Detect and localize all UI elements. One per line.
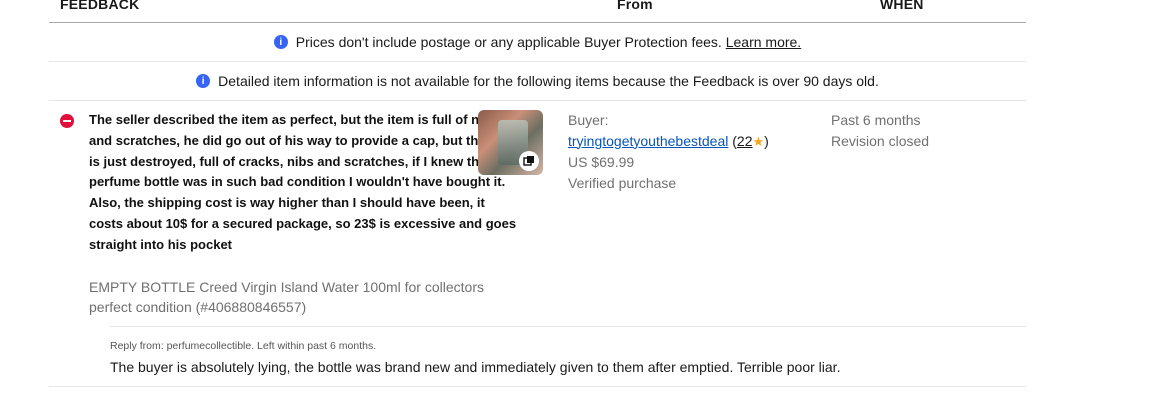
reply-text: The buyer is absolutely lying, the bottl… — [110, 359, 841, 375]
when-column: Past 6 months Revision closed — [831, 110, 929, 151]
postage-notice-text: Prices don't include postage or any appl… — [295, 34, 722, 50]
verified-purchase: Verified purchase — [568, 174, 677, 191]
header-from: From — [617, 0, 653, 12]
reply-divider — [110, 326, 1026, 327]
negative-icon — [60, 114, 74, 128]
score-close: ) — [764, 132, 769, 149]
reply-meta: Reply from: perfumecollectible. Left wit… — [110, 340, 377, 352]
postage-notice: i Prices don't include postage or any ap… — [49, 23, 1026, 62]
learn-more-link[interactable]: Learn more. — [726, 34, 801, 50]
item-title: EMPTY BOTTLE Creed Virgin Island Water 1… — [89, 279, 484, 315]
from-column: Buyer: tryingtogetyouthebestdeal (22★) U… — [568, 110, 769, 193]
header-feedback: FEEDBACK — [60, 0, 140, 12]
revision-status: Revision closed — [831, 132, 930, 149]
item-price: US $69.99 — [568, 154, 635, 170]
star-icon: ★ — [752, 133, 765, 149]
item-thumbnail[interactable] — [478, 110, 543, 175]
table-header: FEEDBACK From WHEN — [49, 0, 1026, 23]
feedback-comment: The seller described the item as perfect… — [89, 112, 517, 252]
feedback-score: (22★) — [732, 133, 769, 149]
feedback-score-link[interactable]: 22 — [737, 133, 753, 149]
gallery-icon[interactable] — [519, 151, 539, 171]
buyer-info: tryingtogetyouthebestdeal (22★) — [568, 131, 769, 153]
buyer-username-link[interactable]: tryingtogetyouthebestdeal — [568, 133, 728, 149]
info-icon: i — [196, 74, 211, 88]
seller-reply: Reply from: perfumecollectible. Left wit… — [49, 326, 1026, 387]
header-when: WHEN — [880, 0, 924, 12]
info-icon: i — [273, 35, 288, 49]
details-notice: i Detailed item information is not avail… — [49, 62, 1026, 101]
buyer-role: Buyer: — [568, 112, 609, 128]
details-notice-text: Detailed item information is not availab… — [218, 73, 879, 89]
feedback-time: Past 6 months — [831, 112, 921, 128]
